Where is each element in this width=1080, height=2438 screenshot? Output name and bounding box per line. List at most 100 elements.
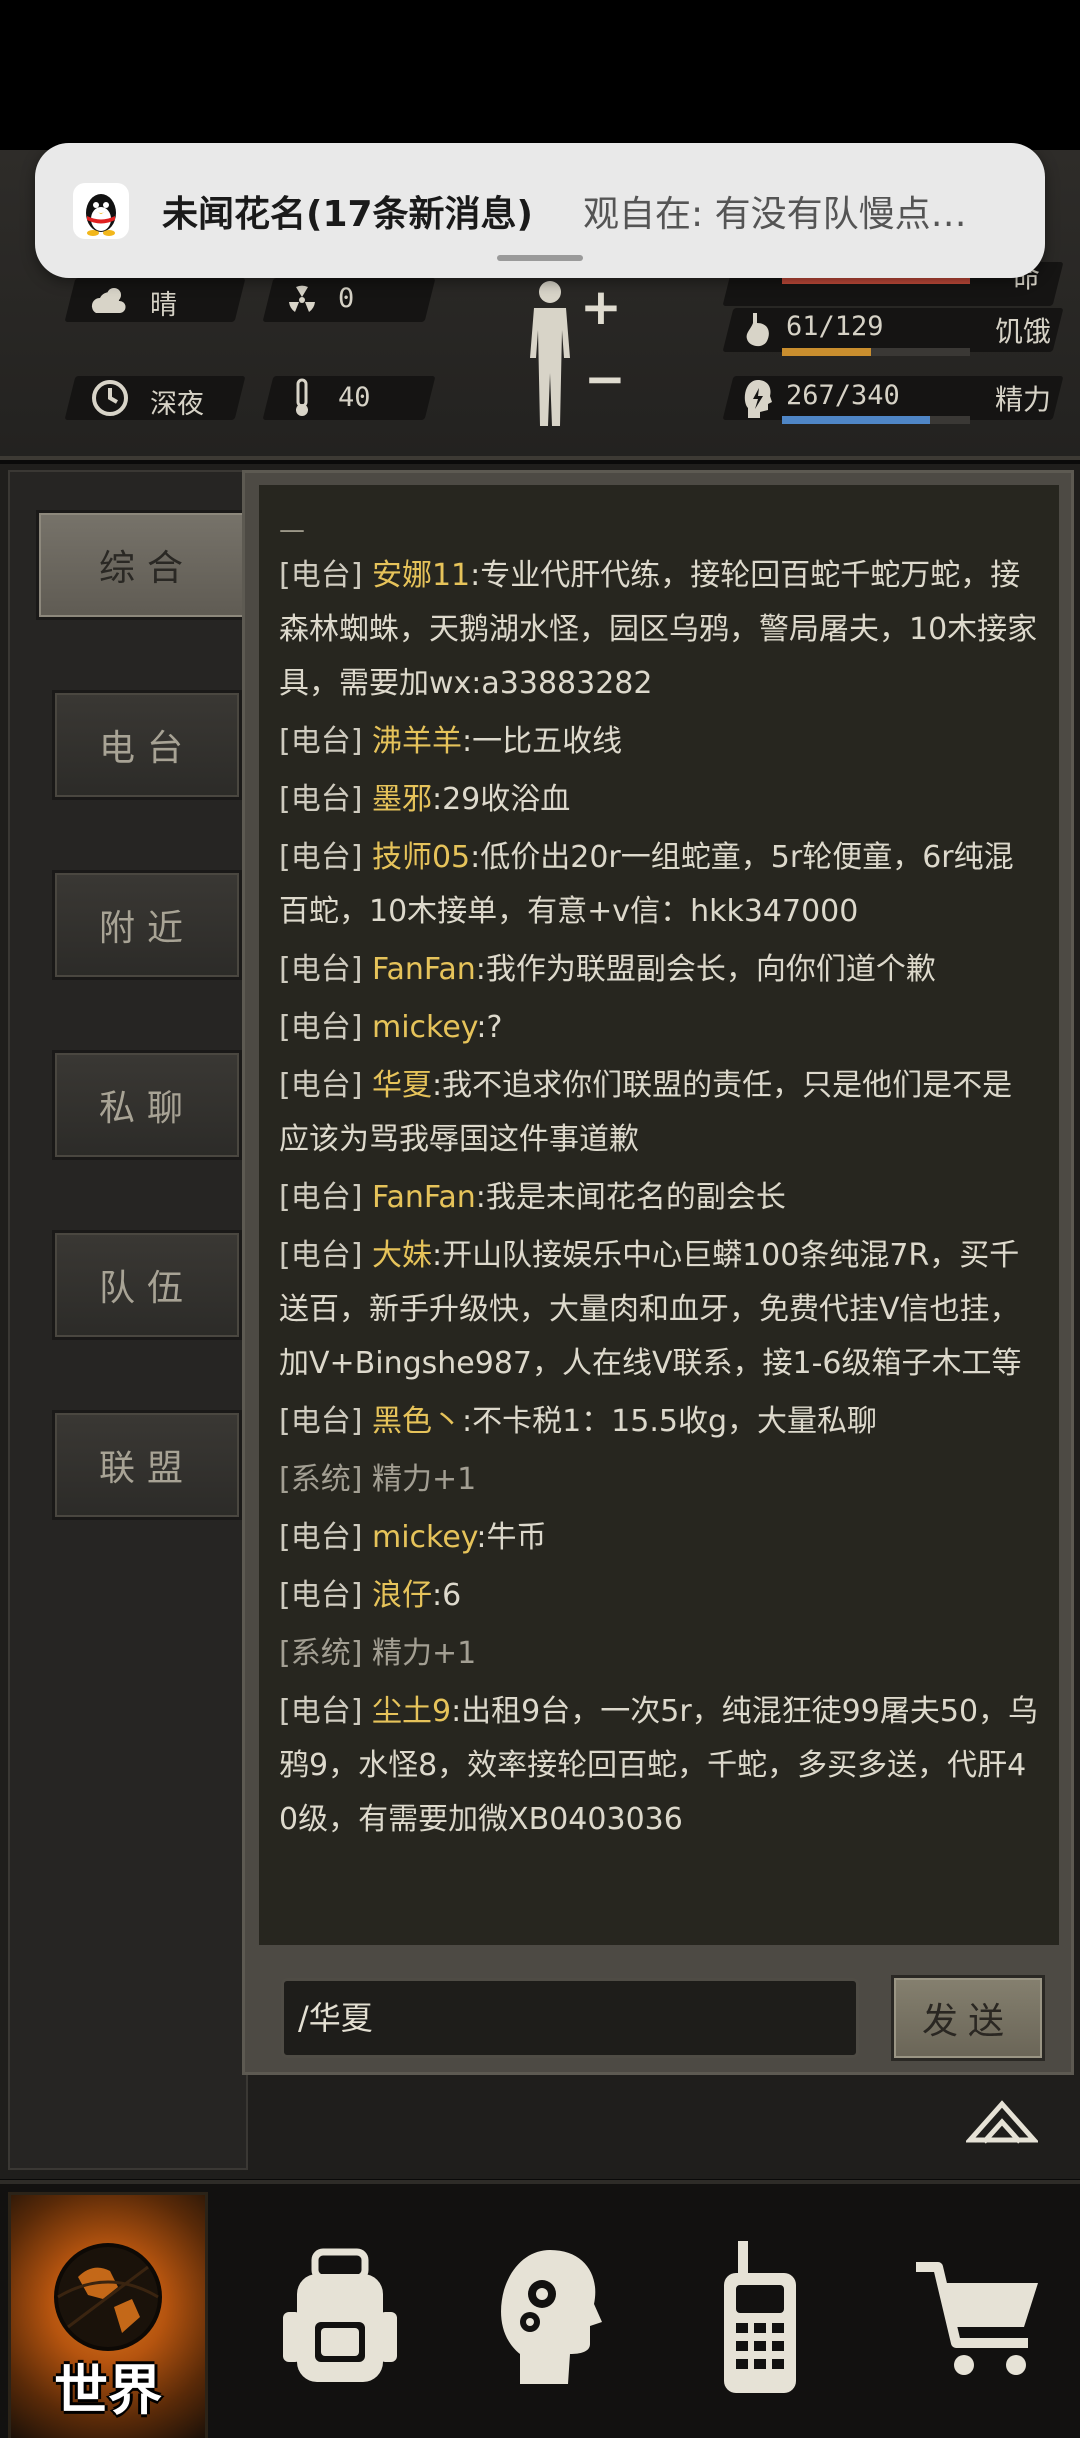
chat-message[interactable]: [系统] 精力+1	[279, 1627, 1041, 1681]
chat-message[interactable]: [电台] 黑色丶:不卡税1：15.5收g，大量私聊	[279, 1395, 1041, 1449]
shop-cart-icon	[916, 2262, 1038, 2375]
notification-body: 观自在: 有没有队慢点…	[583, 194, 967, 235]
message-system-label: 精力	[371, 1636, 432, 1671]
chat-message[interactable]: [电台] 安娜11:专业代肝代练，接轮回百蛇千蛇万蛇，接森林蜘蛛，天鹅湖水怪，园…	[279, 549, 1041, 711]
message-sender-name[interactable]: FanFan	[372, 1180, 476, 1215]
send-button[interactable]: 发送	[891, 1975, 1045, 2061]
message-sender-name[interactable]: mickey	[372, 1010, 476, 1045]
nav-backpack[interactable]	[240, 2192, 440, 2438]
chat-input[interactable]: /华夏	[281, 1978, 859, 2058]
message-sender-name[interactable]: 黑色丶	[372, 1404, 462, 1439]
message-sender-name[interactable]: 沸羊羊	[372, 724, 462, 759]
radiation-icon	[280, 278, 324, 322]
main-area: 综合 电台 附近 私聊 队伍 联盟 — [电台] 安娜11:专业代肝代练，接轮回…	[0, 464, 1080, 2179]
message-text: :?	[476, 1010, 503, 1045]
chat-message[interactable]: [电台] FanFan:我是未闻花名的副会长	[279, 1171, 1041, 1225]
message-text: :29收浴血	[431, 782, 571, 817]
message-channel: [电台]	[279, 1578, 363, 1613]
cloud-sun-icon	[88, 278, 132, 322]
message-sender-name[interactable]: 大妹	[372, 1238, 432, 1273]
nav-shop[interactable]	[880, 2192, 1080, 2438]
bottom-navigation: 世界	[0, 2180, 1080, 2438]
message-sender-name[interactable]: FanFan	[372, 952, 476, 987]
time-label: 深夜	[150, 389, 204, 420]
nav-world[interactable]: 世界	[8, 2192, 208, 2438]
tab-nearby[interactable]: 附近	[52, 870, 242, 980]
stomach-icon	[736, 308, 780, 352]
tab-radio[interactable]: 电台	[52, 690, 242, 800]
collapse-up-icon[interactable]	[966, 2094, 1038, 2146]
chat-message[interactable]: [电台] mickey:牛币	[279, 1511, 1041, 1565]
message-text: :6	[431, 1578, 462, 1613]
message-sender-name[interactable]: 华夏	[372, 1068, 432, 1103]
message-channel: [系统]	[279, 1636, 363, 1671]
message-sender-name[interactable]: 尘土9	[372, 1694, 451, 1729]
chat-message[interactable]: [电台] mickey:?	[279, 1001, 1041, 1055]
message-text: +1	[431, 1462, 477, 1497]
message-channel: [电台]	[279, 952, 363, 987]
message-sender-name[interactable]: mickey	[372, 1520, 476, 1555]
clock-icon	[88, 376, 132, 420]
chat-message[interactable]: [系统] 精力+1	[279, 1453, 1041, 1507]
energy-label: 精力	[995, 383, 1052, 416]
message-channel: [电台]	[279, 558, 363, 593]
message-sender-name[interactable]: 墨邪	[372, 782, 432, 817]
body-figure-icon[interactable]	[520, 278, 580, 428]
message-system-label: 精力	[371, 1462, 432, 1497]
message-text: :我是未闻花名的副会长	[475, 1180, 786, 1215]
chat-top-marker: —	[279, 515, 305, 545]
tab-team[interactable]: 队伍	[52, 1230, 242, 1340]
chat-message[interactable]: [电台] 墨邪:29收浴血	[279, 773, 1041, 827]
message-channel: [电台]	[279, 724, 363, 759]
chat-message[interactable]: [电台] 华夏:我不追求你们联盟的责任，只是他们是不是应该为骂我辱国这件事道歉	[279, 1059, 1041, 1167]
message-channel: [电台]	[279, 1180, 363, 1215]
tab-private[interactable]: 私聊	[52, 1050, 242, 1160]
chat-message[interactable]: [电台] FanFan:我作为联盟副会长，向你们道个歉	[279, 943, 1041, 997]
plus-icon[interactable]: +	[580, 278, 622, 336]
skills-icon	[501, 2250, 602, 2384]
chat-message[interactable]: [电台] 沸羊羊:一比五收线	[279, 715, 1041, 769]
message-text: +1	[431, 1636, 477, 1671]
chat-message[interactable]: [电台] 尘土9:出租9台，一次5r，纯混狂徒99屠夫50，乌鸦9，水怪8，效率…	[279, 1685, 1041, 1847]
tab-general[interactable]: 综合	[36, 510, 258, 620]
chat-message-list[interactable]: — [电台] 安娜11:专业代肝代练，接轮回百蛇千蛇万蛇，接森林蜘蛛，天鹅湖水怪…	[259, 485, 1059, 1945]
chat-message[interactable]: [电台] 浪仔:6	[279, 1569, 1041, 1623]
world-icon	[54, 2243, 162, 2351]
message-channel: [电台]	[279, 782, 363, 817]
message-channel: [电台]	[279, 1010, 363, 1045]
nav-world-label: 世界	[54, 2359, 162, 2422]
chat-message[interactable]: [电台] 大妹:开山队接娱乐中心巨蟒100条纯混7R，买千送百，新手升级快，大量…	[279, 1229, 1041, 1391]
hunger-bar-fill	[782, 348, 871, 356]
weather-label: 晴	[150, 290, 177, 321]
message-channel: [电台]	[279, 1520, 363, 1555]
hunger-value: 61/129	[786, 311, 884, 342]
temperature-value: 40	[338, 382, 371, 413]
minus-icon[interactable]: −	[584, 350, 626, 408]
message-sender-name[interactable]: 安娜11	[372, 558, 470, 593]
nav-skills[interactable]	[450, 2192, 650, 2438]
hunger-label: 饥饿	[995, 315, 1052, 348]
message-text: :我作为联盟副会长，向你们道个歉	[475, 952, 936, 987]
hunger-bar	[782, 348, 970, 356]
qq-notification[interactable]: 未闻花名(17条新消息) 观自在: 有没有队慢点…	[35, 143, 1045, 278]
message-text: :牛币	[476, 1520, 547, 1555]
energy-value: 267/340	[786, 380, 900, 411]
nav-radio[interactable]	[660, 2192, 860, 2438]
message-sender-name[interactable]: 技师05	[372, 840, 470, 875]
chat-message[interactable]: [电台] 技师05:低价出20r一组蛇童，5r轮便童，6r纯混百蛇，10木接单，…	[279, 831, 1041, 939]
status-bar-area	[0, 0, 1080, 150]
energy-head-icon	[736, 376, 780, 420]
message-sender-name[interactable]: 浪仔	[372, 1578, 432, 1613]
message-channel: [系统]	[279, 1462, 363, 1497]
notification-title: 未闻花名(17条新消息)	[162, 194, 534, 235]
thermometer-icon	[280, 376, 324, 420]
notification-handle[interactable]	[497, 255, 583, 261]
backpack-icon	[283, 2248, 397, 2382]
qq-penguin-icon	[73, 183, 129, 239]
chat-panel: — [电台] 安娜11:专业代肝代练，接轮回百蛇千蛇万蛇，接森林蜘蛛，天鹅湖水怪…	[242, 470, 1074, 2075]
message-channel: [电台]	[279, 840, 363, 875]
energy-bar	[782, 416, 970, 424]
tab-alliance[interactable]: 联盟	[52, 1410, 242, 1520]
radiation-value: 0	[338, 283, 355, 314]
message-channel: [电台]	[279, 1238, 363, 1273]
